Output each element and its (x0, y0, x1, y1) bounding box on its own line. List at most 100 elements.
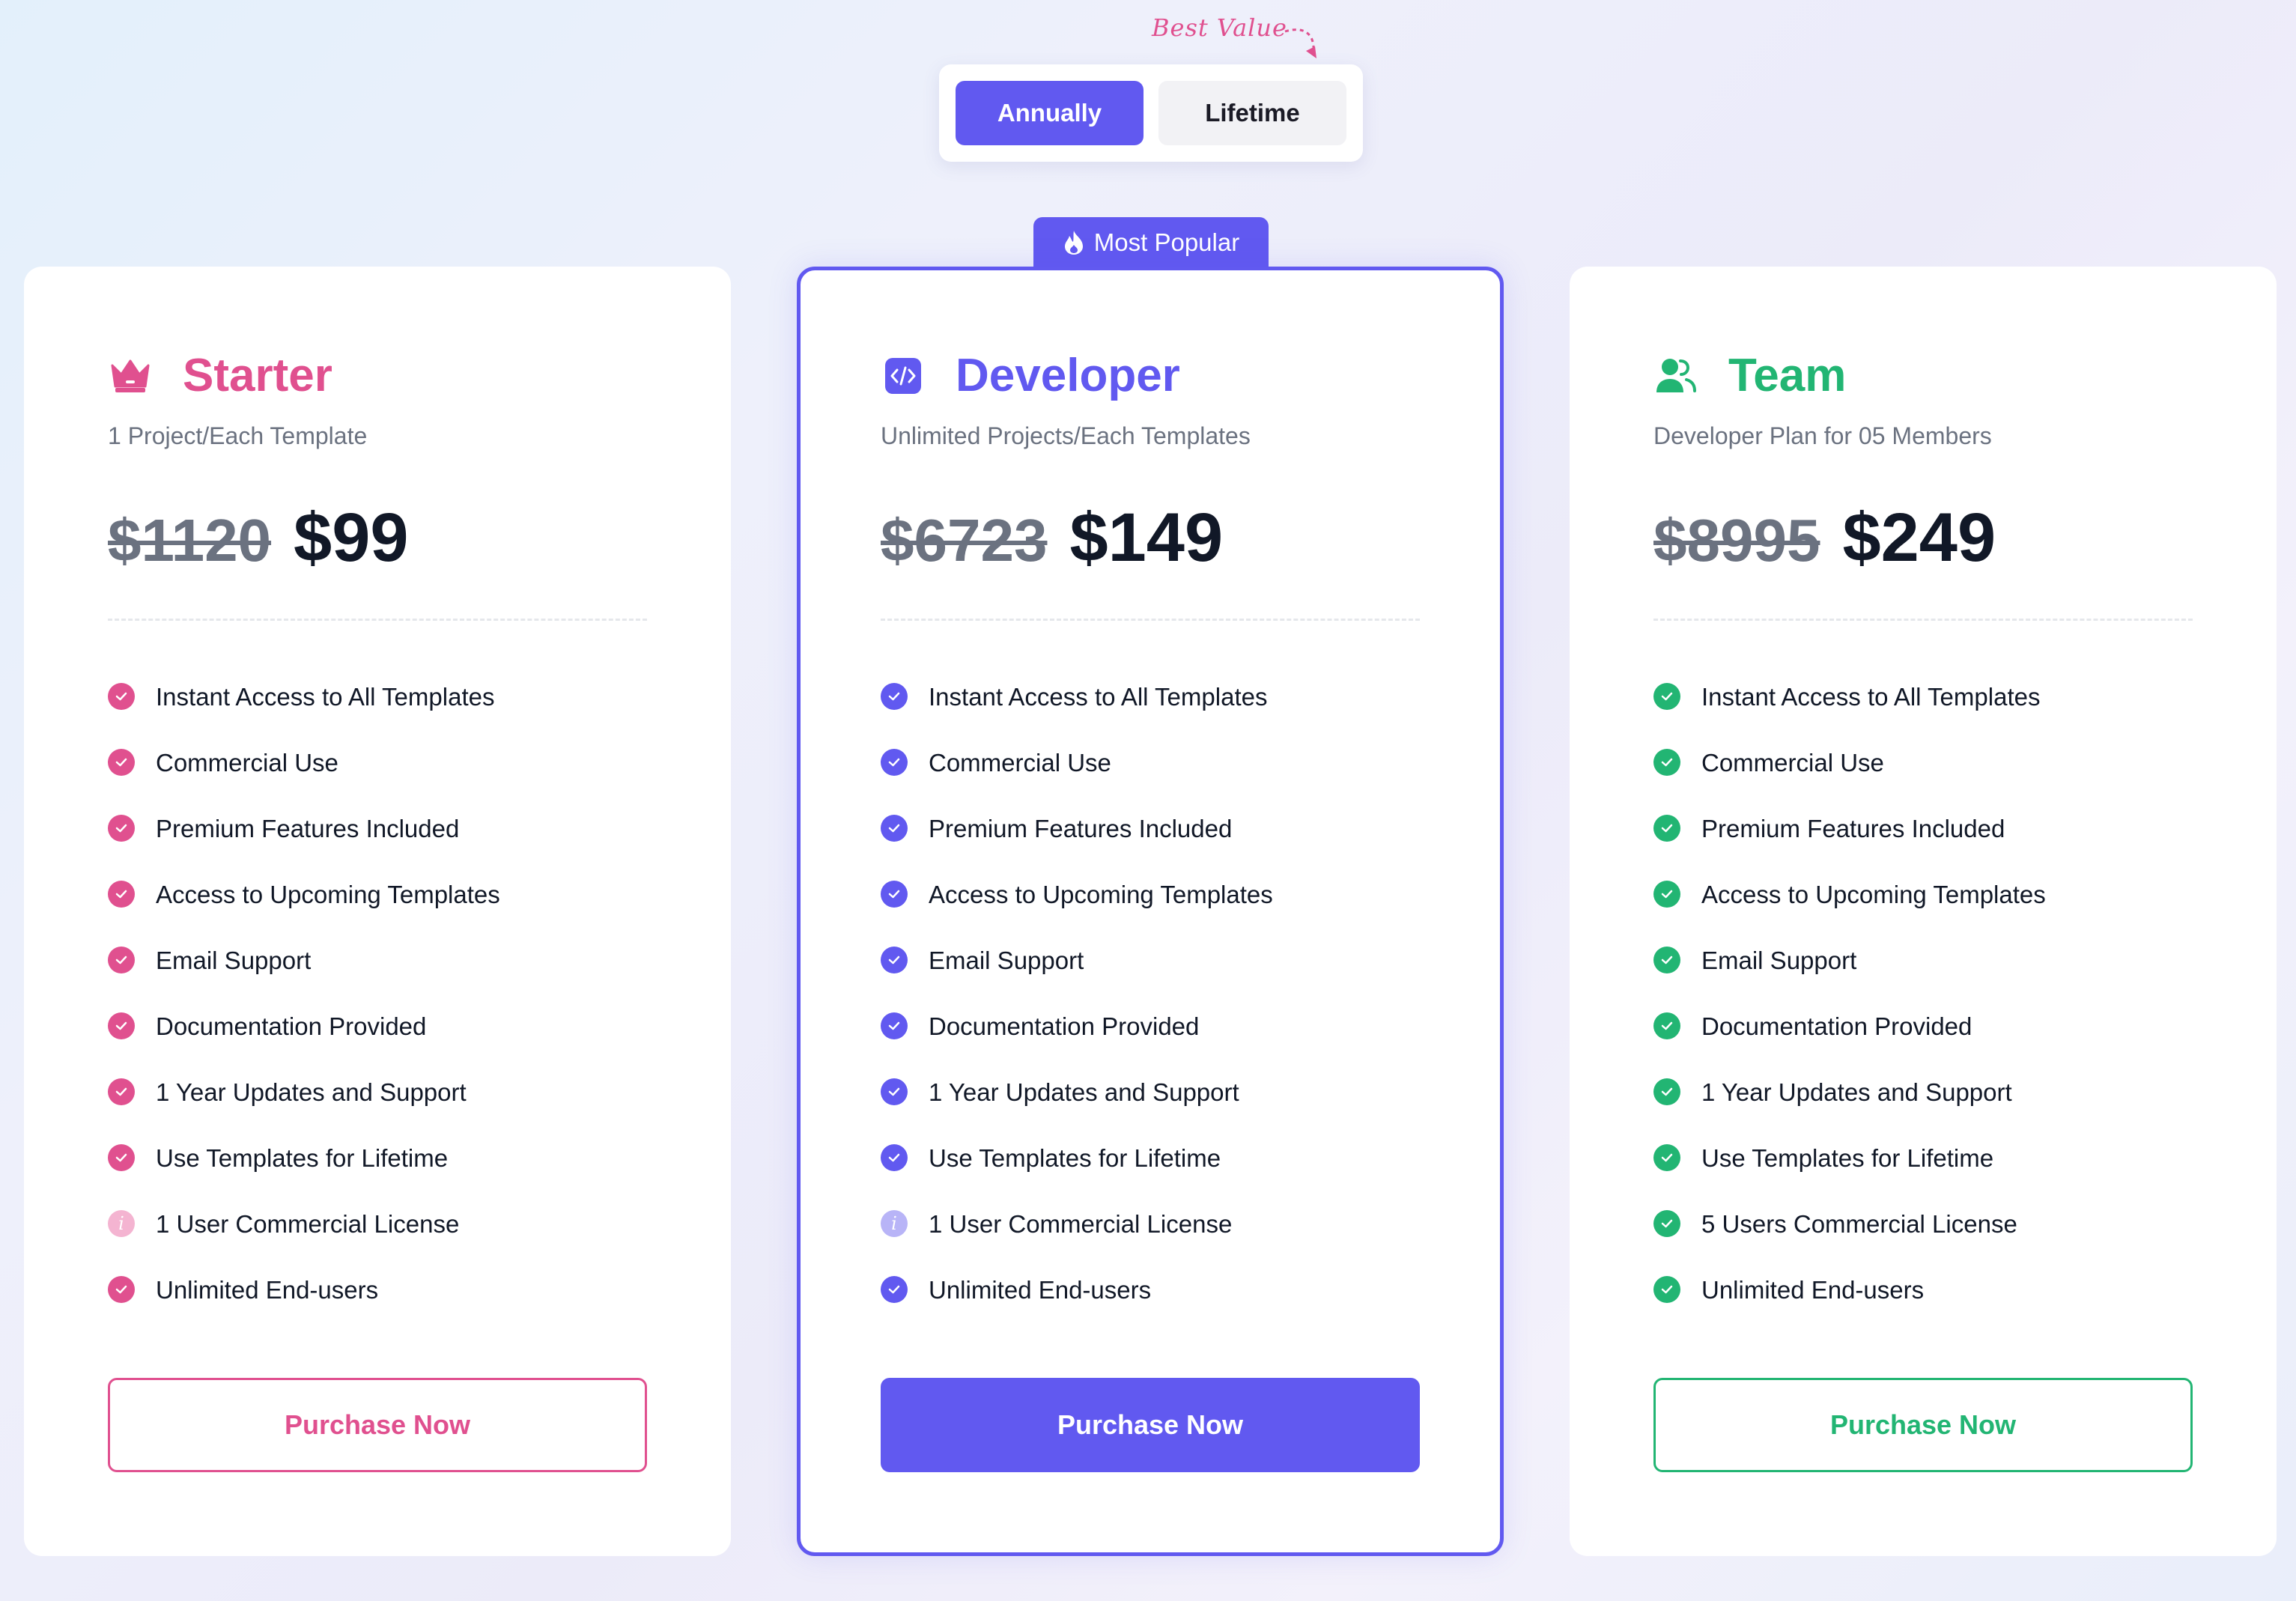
check-icon (1653, 683, 1680, 710)
check-icon (108, 1144, 135, 1171)
plan-name: Developer (956, 350, 1180, 401)
list-item: Email Support (881, 947, 1273, 1012)
feature-label: Unlimited End-users (929, 1276, 1152, 1304)
list-item: Unlimited End-users (108, 1276, 500, 1342)
feature-label: Instant Access to All Templates (929, 683, 1268, 711)
list-item: Instant Access to All Templates (1653, 683, 2046, 749)
check-icon (1653, 881, 1680, 908)
check-icon (881, 881, 908, 908)
list-item: 1 Year Updates and Support (1653, 1078, 2046, 1144)
price: $99 (294, 499, 409, 576)
feature-label: Email Support (156, 947, 312, 974)
list-item: Unlimited End-users (881, 1276, 1273, 1342)
purchase-button[interactable]: Purchase Now (1653, 1378, 2193, 1472)
price: $249 (1842, 499, 1996, 576)
curved-arrow-icon (1284, 28, 1316, 58)
check-icon (1653, 1012, 1680, 1039)
check-icon (881, 1078, 908, 1105)
list-item: 5 Users Commercial License (1653, 1210, 2046, 1276)
feature-label: Commercial Use (156, 749, 338, 777)
list-item: Premium Features Included (108, 815, 500, 881)
feature-label: Instant Access to All Templates (156, 683, 495, 711)
check-icon (881, 1276, 908, 1303)
feature-list: Instant Access to All Templates Commerci… (108, 683, 500, 1342)
check-icon (1653, 815, 1680, 842)
check-icon (881, 947, 908, 973)
feature-label: Access to Upcoming Templates (929, 881, 1273, 908)
billing-toggle: Annually Lifetime (939, 64, 1363, 162)
feature-label: 1 Year Updates and Support (929, 1078, 1239, 1106)
feature-label: Commercial Use (929, 749, 1111, 777)
check-icon (108, 815, 135, 842)
feature-label: Documentation Provided (1701, 1012, 1972, 1040)
list-item: Email Support (108, 947, 500, 1012)
feature-list: Instant Access to All Templates Commerci… (1653, 683, 2046, 1342)
best-value-label: Best Value (1152, 13, 1287, 42)
purchase-button[interactable]: Purchase Now (108, 1378, 647, 1472)
list-item: Commercial Use (108, 749, 500, 815)
fire-icon (1064, 231, 1083, 255)
list-item: Documentation Provided (1653, 1012, 2046, 1078)
plan-card-developer: Developer Unlimited Projects/Each Templa… (797, 267, 1504, 1556)
feature-label: Documentation Provided (156, 1012, 427, 1040)
feature-label: Commercial Use (1701, 749, 1884, 777)
check-icon (1653, 749, 1680, 776)
check-icon (881, 683, 908, 710)
list-item: Commercial Use (1653, 749, 2046, 815)
feature-label: Premium Features Included (156, 815, 460, 842)
most-popular-label: Most Popular (1093, 228, 1240, 256)
list-item: 1 Year Updates and Support (881, 1078, 1273, 1144)
check-icon (108, 881, 135, 908)
list-item: Access to Upcoming Templates (108, 881, 500, 947)
plan-subtitle: Unlimited Projects/Each Templates (881, 422, 1251, 449)
feature-label: 1 Year Updates and Support (156, 1078, 467, 1106)
feature-list: Instant Access to All Templates Commerci… (881, 683, 1273, 1342)
list-item: i 1 User Commercial License (108, 1210, 500, 1276)
feature-label: Use Templates for Lifetime (929, 1144, 1221, 1172)
feature-label: Access to Upcoming Templates (1701, 881, 2046, 908)
feature-label: Use Templates for Lifetime (156, 1144, 449, 1172)
price: $149 (1069, 499, 1224, 576)
info-icon: i (881, 1210, 908, 1237)
list-item: 1 Year Updates and Support (108, 1078, 500, 1144)
list-item: Unlimited End-users (1653, 1276, 2046, 1342)
list-item: Documentation Provided (108, 1012, 500, 1078)
divider (1653, 619, 2193, 621)
plan-subtitle: 1 Project/Each Template (108, 422, 368, 449)
list-item: Access to Upcoming Templates (1653, 881, 2046, 947)
list-item: i 1 User Commercial License (881, 1210, 1273, 1276)
check-icon (881, 815, 908, 842)
list-item: Premium Features Included (881, 815, 1273, 881)
old-price: $6723 (881, 507, 1048, 574)
list-item: Documentation Provided (881, 1012, 1273, 1078)
plan-name: Starter (183, 350, 332, 401)
list-item: Use Templates for Lifetime (108, 1144, 500, 1210)
check-icon (108, 947, 135, 973)
check-icon (108, 1012, 135, 1039)
feature-label: Premium Features Included (929, 815, 1233, 842)
list-item: Access to Upcoming Templates (881, 881, 1273, 947)
purchase-button[interactable]: Purchase Now (881, 1378, 1420, 1472)
check-icon (881, 749, 908, 776)
plan-subtitle: Developer Plan for 05 Members (1653, 422, 1992, 449)
feature-label: Email Support (929, 947, 1084, 974)
lifetime-toggle-button[interactable]: Lifetime (1158, 81, 1346, 145)
divider (881, 619, 1420, 621)
old-price: $1120 (108, 507, 272, 574)
check-icon (881, 1012, 908, 1039)
plan-card-starter: Starter 1 Project/Each Template $1120 $9… (24, 267, 731, 1556)
annually-toggle-button[interactable]: Annually (956, 81, 1144, 145)
list-item: Commercial Use (881, 749, 1273, 815)
check-icon (1653, 947, 1680, 973)
feature-label: Unlimited End-users (1701, 1276, 1925, 1304)
old-price: $8995 (1653, 507, 1820, 574)
check-icon (881, 1144, 908, 1171)
list-item: Use Templates for Lifetime (881, 1144, 1273, 1210)
most-popular-badge: Most Popular (1033, 217, 1269, 268)
feature-label: 1 User Commercial License (929, 1210, 1233, 1238)
list-item: Instant Access to All Templates (881, 683, 1273, 749)
feature-label: Use Templates for Lifetime (1701, 1144, 1994, 1172)
crown-icon (108, 353, 153, 398)
feature-label: 1 Year Updates and Support (1701, 1078, 2012, 1106)
feature-label: Documentation Provided (929, 1012, 1200, 1040)
